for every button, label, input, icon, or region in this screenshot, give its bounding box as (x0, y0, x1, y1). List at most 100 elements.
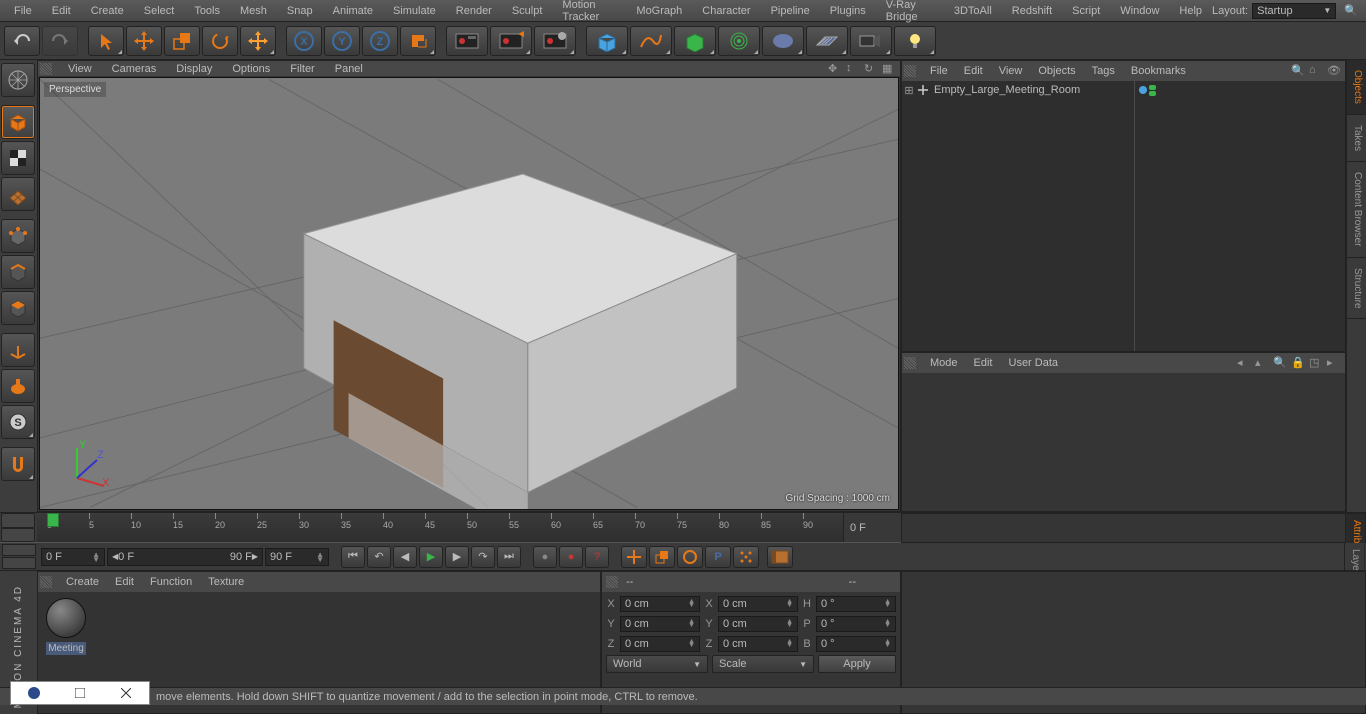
key-parameter-button[interactable]: P (705, 546, 731, 568)
x-axis-lock[interactable]: X (286, 26, 322, 56)
mm-menu-texture[interactable]: Texture (200, 576, 252, 588)
add-spline[interactable] (630, 26, 672, 56)
add-generator[interactable] (674, 26, 716, 56)
mm-menu-function[interactable]: Function (142, 576, 200, 588)
menu-tools[interactable]: Tools (184, 0, 230, 21)
rot-b-input[interactable]: 0 °▲▼ (816, 636, 896, 652)
coord-mode-dropdown[interactable]: Scale▼ (712, 655, 814, 673)
next-frame-button[interactable]: ▶ (445, 546, 469, 568)
vp-nav-move-icon[interactable]: ✥ (828, 62, 842, 76)
nav-back-icon[interactable]: ◂ (1237, 356, 1251, 370)
add-camera[interactable] (850, 26, 892, 56)
menu-vray[interactable]: V-Ray Bridge (876, 0, 944, 21)
coord-system[interactable] (400, 26, 436, 56)
move-tool[interactable] (126, 26, 162, 56)
vp-nav-zoom-icon[interactable]: ↕ (846, 62, 860, 76)
menu-animate[interactable]: Animate (323, 0, 383, 21)
om-menu-edit[interactable]: Edit (956, 65, 991, 77)
key-scale-button[interactable] (649, 546, 675, 568)
menu-3dtoall[interactable]: 3DToAll (944, 0, 1002, 21)
tab-takes[interactable]: Takes (1347, 115, 1366, 162)
object-tags-column[interactable] (1135, 81, 1345, 351)
search-icon[interactable]: 🔍 (1291, 64, 1305, 78)
add-cube[interactable] (586, 26, 628, 56)
size-z-input[interactable]: 0 cm▲▼ (718, 636, 798, 652)
lastused-tool[interactable] (240, 26, 276, 56)
grip-icon[interactable] (904, 357, 916, 369)
workplane-mode[interactable] (1, 177, 35, 211)
menu-plugins[interactable]: Plugins (820, 0, 876, 21)
menu-help[interactable]: Help (1169, 0, 1212, 21)
om-menu-view[interactable]: View (991, 65, 1031, 77)
menu-redshift[interactable]: Redshift (1002, 0, 1062, 21)
redo-button[interactable] (42, 26, 78, 56)
play-button[interactable]: ▶ (419, 546, 443, 568)
size-y-input[interactable]: 0 cm▲▼ (718, 616, 798, 632)
search-icon[interactable]: 🔍 (1273, 356, 1287, 370)
range-end-input[interactable]: 90 F▲▼ (265, 548, 329, 566)
om-menu-file[interactable]: File (922, 65, 956, 77)
menu-simulate[interactable]: Simulate (383, 0, 446, 21)
z-axis-lock[interactable]: Z (362, 26, 398, 56)
add-light[interactable] (894, 26, 936, 56)
add-deformer[interactable] (718, 26, 760, 56)
menu-file[interactable]: File (4, 0, 42, 21)
range-slider[interactable]: ◀0 F90 F▶ (107, 548, 263, 566)
tab-structure[interactable]: Structure (1347, 258, 1366, 320)
menu-pipeline[interactable]: Pipeline (761, 0, 820, 21)
vp-nav-rotate-icon[interactable]: ↻ (864, 62, 878, 76)
tab-content-browser[interactable]: Content Browser (1347, 162, 1366, 257)
om-menu-tags[interactable]: Tags (1084, 65, 1123, 77)
om-menu-objects[interactable]: Objects (1030, 65, 1083, 77)
vp-menu-display[interactable]: Display (166, 63, 222, 75)
grip-icon[interactable] (606, 576, 618, 588)
menu-sculpt[interactable]: Sculpt (502, 0, 553, 21)
apply-button[interactable]: Apply (818, 655, 896, 673)
menu-edit[interactable]: Edit (42, 0, 81, 21)
nav-up-icon[interactable]: ▴ (1255, 356, 1269, 370)
expand-icon[interactable]: ⊞ (904, 84, 914, 97)
menu-render[interactable]: Render (446, 0, 502, 21)
make-editable[interactable] (1, 63, 35, 97)
mm-menu-create[interactable]: Create (58, 576, 107, 588)
vp-menu-filter[interactable]: Filter (280, 63, 324, 75)
coord-space-dropdown[interactable]: World▼ (606, 655, 708, 673)
taskbar-maximize-icon[interactable] (57, 682, 103, 704)
taskbar-app-icon[interactable] (11, 682, 57, 704)
material-preview-icon[interactable] (46, 598, 86, 638)
mm-menu-edit[interactable]: Edit (107, 576, 142, 588)
vp-menu-cameras[interactable]: Cameras (102, 63, 167, 75)
render-dot-icon[interactable] (1149, 91, 1156, 96)
timeline-window-button[interactable] (767, 546, 793, 568)
undo-button[interactable] (4, 26, 40, 56)
magnet-tool[interactable] (1, 447, 35, 481)
autokey-button[interactable]: ● (559, 546, 583, 568)
am-menu-mode[interactable]: Mode (922, 357, 966, 369)
size-x-input[interactable]: 0 cm▲▼ (718, 596, 798, 612)
menu-window[interactable]: Window (1110, 0, 1169, 21)
keyframe-help-button[interactable]: ? (585, 546, 609, 568)
layer-color-icon[interactable] (1139, 86, 1147, 94)
taskbar-close-icon[interactable] (103, 682, 149, 704)
object-tree[interactable]: ⊞ Empty_Large_Meeting_Room (902, 81, 1135, 351)
grip-icon[interactable] (40, 63, 52, 75)
render-picture[interactable] (490, 26, 532, 56)
menu-mograph[interactable]: MoGraph (626, 0, 692, 21)
menu-select[interactable]: Select (134, 0, 185, 21)
add-environment[interactable] (762, 26, 804, 56)
menu-snap[interactable]: Snap (277, 0, 323, 21)
pos-x-input[interactable]: 0 cm▲▼ (620, 596, 700, 612)
material-item[interactable]: Meeting (44, 598, 88, 655)
range-start-input[interactable]: 0 F▲▼ (41, 548, 105, 566)
pos-z-input[interactable]: 0 cm▲▼ (620, 636, 700, 652)
menu-mesh[interactable]: Mesh (230, 0, 277, 21)
goto-end-button[interactable]: ⏭ (497, 546, 521, 568)
pos-y-input[interactable]: 0 cm▲▼ (620, 616, 700, 632)
nav-fwd-icon[interactable]: ▸ (1327, 356, 1341, 370)
menu-motiontracker[interactable]: Motion Tracker (552, 0, 626, 21)
scale-tool[interactable] (164, 26, 200, 56)
new-window-icon[interactable]: ◳ (1309, 356, 1323, 370)
next-key-button[interactable]: ↷ (471, 546, 495, 568)
pb-tool-1[interactable] (2, 544, 36, 556)
vp-menu-view[interactable]: View (58, 63, 102, 75)
